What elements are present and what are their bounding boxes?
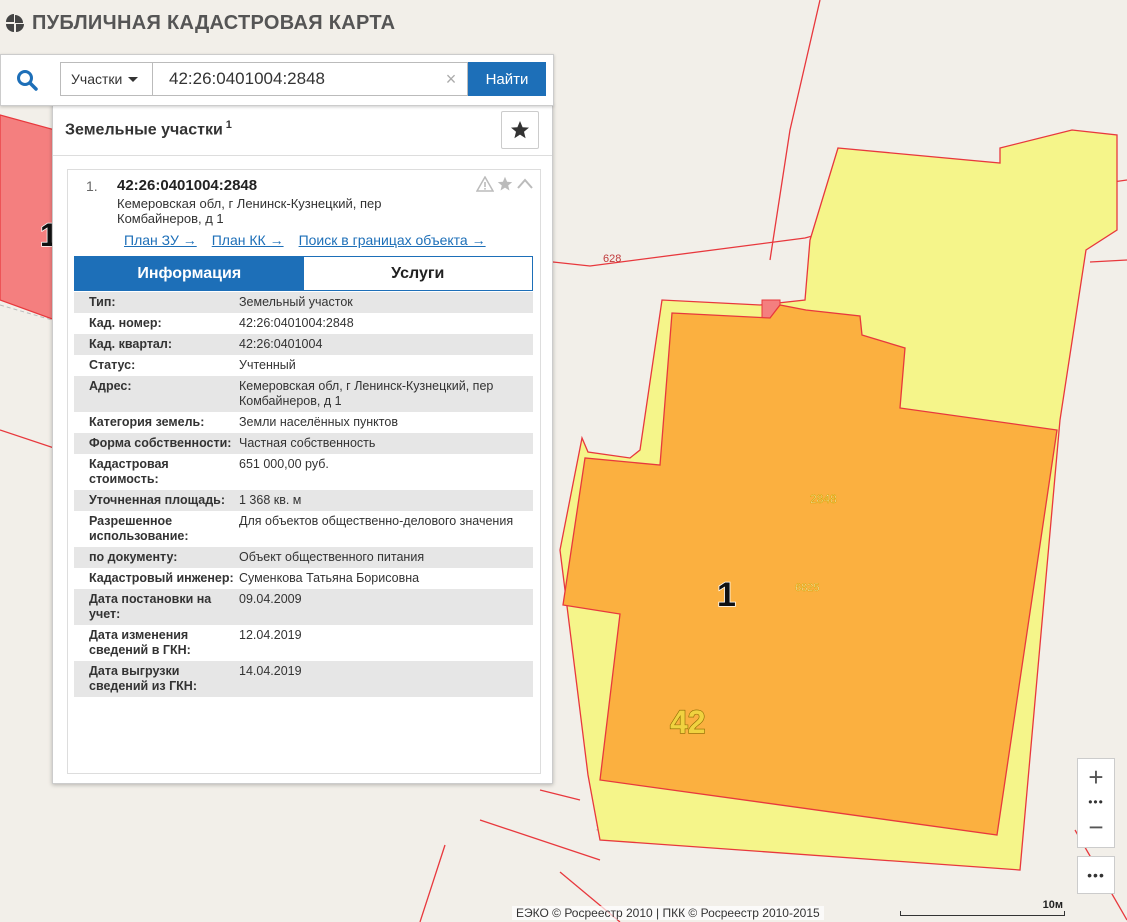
table-row: Дата выгрузки сведений из ГКН: 14.04.2019 (74, 661, 533, 697)
card-actions (476, 176, 534, 192)
info-key: Статус: (89, 358, 136, 372)
info-table: Тип: Земельный участок Кад. номер: 42:26:0… (74, 292, 533, 697)
info-value: Земельный участок (239, 295, 353, 309)
info-value: Для объектов общественно-делового значен… (239, 514, 514, 528)
info-key: Форма собственности: (89, 436, 232, 450)
plan-zu-link[interactable]: План ЗУ → (124, 232, 197, 248)
info-value: 651 000,00 руб. (239, 457, 329, 471)
search-bar: Участки × Найти (0, 54, 554, 106)
info-key: Разрешенное использование: (89, 514, 189, 543)
info-key: Дата изменения сведений в ГКН: (89, 628, 191, 657)
chevron-down-icon (128, 76, 139, 82)
info-value: 09.04.2009 (239, 592, 302, 606)
results-count: 1 (225, 119, 232, 131)
table-row: Статус: Учтенный (74, 355, 533, 376)
table-row: Кад. номер: 42:26:0401004:2848 (74, 313, 533, 334)
scale-label: 10м (1042, 899, 1063, 911)
zoom-control: + ••• − (1077, 758, 1115, 848)
info-value: 12.04.2019 (239, 628, 302, 642)
map-cluster-1[interactable]: 1 (716, 575, 736, 615)
info-key: по документу: (89, 550, 178, 564)
map-label-6825: 6825 (795, 582, 819, 594)
app-header: ПУБЛИЧНАЯ КАДАСТРОВАЯ КАРТА (6, 8, 395, 38)
table-row: Разрешенное использование: Для объектов о… (74, 511, 533, 547)
result-cadastral-number[interactable]: 42:26:0401004:2848 (117, 177, 257, 194)
info-value: Частная собственность (239, 436, 376, 450)
result-index: 1. (86, 178, 98, 194)
info-value: Объект общественного питания (239, 550, 425, 564)
result-links: План ЗУ → План КК → Поиск в границах объ… (124, 232, 486, 248)
info-key: Кадастровый инженер: (89, 571, 234, 585)
table-row: Кадастровая стоимость: 651 000,00 руб. (74, 454, 533, 490)
info-value: 1 368 кв. м (239, 493, 302, 507)
info-value-link[interactable]: 42:26:0401004:2848 (239, 313, 533, 334)
results-heading-text: Земельные участки (65, 121, 223, 139)
copyright-footer: ЕЭКО © Росреестр 2010 | ПКК © Росреестр … (512, 906, 824, 920)
rosreestr-logo-icon (6, 14, 24, 32)
warning-icon[interactable] (476, 176, 494, 192)
scale-bar: 10м (900, 899, 1065, 916)
table-row: Тип: Земельный участок (74, 292, 533, 313)
zoom-in-button[interactable]: + (1078, 759, 1114, 795)
more-options-button[interactable]: ••• (1077, 856, 1115, 894)
search-type-select[interactable]: Участки (60, 62, 152, 96)
table-row: Кадастровый инженер: Суменкова Татьяна Бо… (74, 568, 533, 589)
info-key: Уточненная площадь: (89, 493, 226, 507)
table-row: Дата изменения сведений в ГКН: 12.04.2019 (74, 625, 533, 661)
table-row: Адрес: Кемеровская обл, г Ленинск-Кузнецк… (74, 376, 533, 412)
favorites-button[interactable] (501, 111, 539, 149)
table-row: Дата постановки на учет: 09.04.2009 (74, 589, 533, 625)
info-value: 14.04.2019 (239, 664, 302, 678)
info-value: Земли населённых пунктов (239, 415, 398, 429)
info-key: Категория земель: (89, 415, 205, 429)
search-type-label: Участки (71, 71, 123, 87)
info-key: Кад. квартал: (89, 337, 172, 351)
map-label-628: 628 (603, 253, 621, 265)
scale-line (900, 911, 1065, 916)
star-icon (511, 121, 529, 139)
table-row: Форма собственности: Частная собственност… (74, 433, 533, 454)
plan-kk-link[interactable]: План КК → (212, 232, 284, 248)
search-icon (17, 70, 38, 91)
info-key: Дата выгрузки сведений из ГКН: (89, 664, 197, 693)
find-button[interactable]: Найти (468, 62, 546, 96)
info-key: Кад. номер: (89, 316, 162, 330)
divider (53, 155, 552, 156)
zoom-out-button[interactable]: − (1078, 809, 1114, 845)
info-value: Кемеровская обл, г Ленинск-Кузнецкий, пе… (239, 379, 494, 408)
info-tabs: Информация Услуги (74, 256, 533, 291)
search-toggle-button[interactable] (1, 55, 53, 105)
table-row: по документу: Объект общественного питани… (74, 547, 533, 568)
search-in-bounds-link[interactable]: Поиск в границах объекта → (299, 232, 486, 248)
app-title: ПУБЛИЧНАЯ КАДАСТРОВАЯ КАРТА (32, 11, 396, 34)
info-key: Адрес: (89, 379, 132, 393)
info-key: Кадастровая стоимость: (89, 457, 169, 486)
clear-icon[interactable]: × (441, 67, 461, 91)
map-label-2848: 2848 (810, 492, 837, 506)
result-card[interactable]: 1. 42:26:0401004:2848 Кемеровская обл, г… (67, 169, 541, 774)
chevron-up-icon[interactable] (516, 176, 534, 192)
table-row: Категория земель: Земли населённых пункто… (74, 412, 533, 433)
table-row: Кад. квартал: 42:26:0401004 (74, 334, 533, 355)
results-heading: Земельные участки 1 (65, 119, 232, 139)
info-value: Суменкова Татьяна Борисовна (239, 571, 420, 585)
tab-information[interactable]: Информация (75, 257, 304, 290)
info-key: Дата постановки на учет: (89, 592, 212, 621)
star-icon[interactable] (496, 176, 514, 192)
tab-services[interactable]: Услуги (303, 257, 532, 290)
info-value: Учтенный (239, 358, 296, 372)
result-address: Кемеровская обл, г Ленинск-Кузнецкий, пе… (117, 196, 382, 226)
info-key: Тип: (89, 295, 116, 309)
info-value-link[interactable]: 42:26:0401004 (239, 334, 533, 355)
map-cluster-42[interactable]: 42 (669, 703, 706, 740)
search-input[interactable] (152, 62, 468, 96)
results-panel: Земельные участки 1 1. 42:26:0401004:2848… (52, 104, 553, 784)
zoom-slider-handle[interactable]: ••• (1078, 795, 1114, 809)
table-row: Уточненная площадь: 1 368 кв. м (74, 490, 533, 511)
